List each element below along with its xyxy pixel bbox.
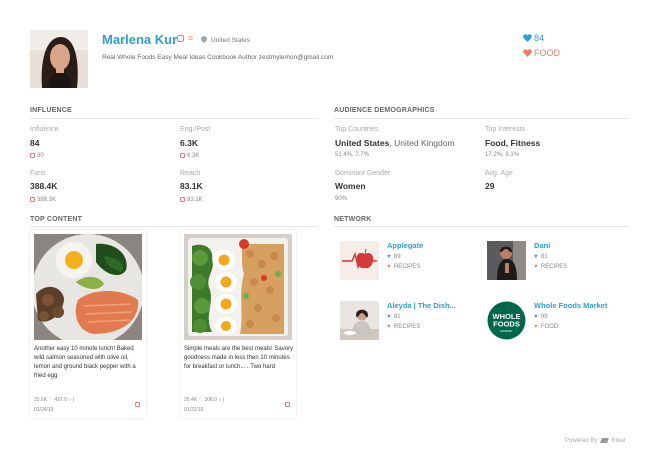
fans-value: 388.4K	[30, 181, 58, 191]
profile-bio: Real Whole Foods Easy Meal Ideas Cookboo…	[102, 54, 334, 61]
content-card[interactable]: Simple meals are the best meals! Savory …	[180, 230, 296, 418]
heart-icon: ♥	[534, 264, 538, 270]
network-score: ♥ 81	[387, 314, 401, 320]
top-interests-value: Food, Fitness	[485, 138, 541, 148]
profile-score: 84	[534, 33, 545, 43]
network-avatar-whole-foods[interactable]: WHOLE FOODS MARKET	[487, 301, 526, 340]
network-category: ♥ RECIPES	[387, 264, 421, 270]
top-interests-sub: 17.2%, 9.1%	[485, 152, 520, 158]
influence-value: 84	[30, 138, 40, 148]
content-card[interactable]: Another easy 10 minute lunch! Baked wild…	[30, 230, 146, 418]
dominant-gender-label: Dominant Gender	[335, 170, 391, 177]
eng-post-value: 6.3K	[180, 138, 198, 148]
eng-post-label: Eng./Post	[180, 126, 211, 133]
post-caption: Simple meals are the best meals! Savory …	[184, 346, 294, 370]
fans-label: Fans	[30, 170, 46, 177]
comment-icon: ○	[68, 397, 72, 403]
heart-icon: ♥	[534, 314, 538, 320]
top-content-section-title: TOP CONTENT	[30, 216, 83, 223]
instagram-icon	[180, 197, 185, 202]
divider	[334, 226, 628, 227]
network-name-applegate[interactable]: Applegate	[387, 241, 423, 250]
dominant-gender-sub: 90%	[335, 196, 348, 202]
network-category: ♥ FOOD	[534, 324, 559, 330]
avg-age-label: Avg. Age	[485, 170, 513, 177]
reach-sub: 83.1K	[180, 197, 203, 203]
instagram-icon[interactable]	[135, 402, 140, 407]
divider	[30, 118, 318, 119]
network-score: ♥ 89	[387, 254, 401, 260]
heart-icon: ♥	[534, 254, 538, 260]
network-avatar-aleyda[interactable]	[340, 301, 379, 340]
network-section-title: NETWORK	[334, 216, 372, 223]
wfm-logo-text: FOODS	[493, 320, 520, 329]
heart-icon: ♥	[387, 314, 391, 320]
network-score: ♥ 99	[534, 314, 548, 320]
divider	[30, 226, 318, 227]
instagram-icon[interactable]	[177, 35, 184, 42]
avg-age-value: 29	[485, 181, 495, 191]
network-category: ♥ RECIPES	[534, 264, 568, 270]
top-interests-label: Top Interests	[485, 126, 526, 133]
influence-label: Influence	[30, 126, 59, 133]
post-stats: 25.6K ♡ 437.0 ○ |	[34, 397, 74, 403]
comment-icon: ○	[218, 397, 222, 403]
heart-icon: ♡	[48, 397, 53, 403]
profile-name[interactable]: Marlena Kur	[102, 32, 177, 47]
heart-icon	[523, 34, 532, 42]
dominant-gender-value: Women	[335, 181, 366, 191]
top-countries-label: Top Countries	[335, 126, 379, 133]
demographics-section-title: AUDIENCE DEMOGRAPHICS	[334, 107, 435, 114]
heart-icon: ♥	[387, 264, 391, 270]
network-score: ♥ 81	[534, 254, 548, 260]
post-image-salmon[interactable]	[34, 234, 142, 340]
network-avatar-applegate[interactable]	[340, 241, 379, 280]
location-pin-icon	[199, 34, 209, 44]
eng-post-sub: 6.3K	[180, 153, 199, 159]
heart-icon	[523, 49, 532, 57]
influence-sub: 90	[30, 153, 44, 159]
post-image-bowl[interactable]	[184, 234, 292, 340]
instagram-icon	[30, 197, 35, 202]
top-countries-value: United States, United Kingdom	[335, 138, 455, 148]
network-name-whole-foods[interactable]: Whole Foods Market	[534, 301, 607, 310]
network-name-aleyda[interactable]: Aleyda | The Dish...	[387, 301, 456, 310]
instagram-icon	[30, 153, 35, 158]
network-avatar-dani[interactable]	[487, 241, 526, 280]
post-date: 01/24/19	[34, 407, 54, 413]
network-category: ♥ RECIPES	[387, 324, 421, 330]
network-name-dani[interactable]: Dani	[534, 241, 550, 250]
wfm-logo-text: MARKET	[500, 329, 513, 333]
instagram-icon[interactable]	[285, 402, 290, 407]
reach-value: 83.1K	[180, 181, 203, 191]
reach-label: Reach	[180, 170, 201, 177]
heart-icon: ♥	[387, 324, 391, 330]
heart-icon: ♥	[534, 324, 538, 330]
instagram-icon	[180, 153, 185, 158]
post-caption: Another easy 10 minute lunch! Baked wild…	[34, 346, 136, 379]
rss-icon[interactable]: ≡	[188, 34, 193, 43]
powered-by: Powered By Klear	[565, 438, 626, 445]
klear-logo-icon	[600, 438, 609, 443]
influence-section-title: INFLUENCE	[30, 107, 72, 114]
divider	[334, 118, 628, 119]
heart-icon: ♥	[387, 254, 391, 260]
profile-category: FOOD	[534, 48, 560, 58]
post-stats: 20.4K ♡ 308.0 ○ |	[184, 397, 224, 403]
heart-icon: ♡	[198, 397, 203, 403]
profile-location: United States	[211, 37, 251, 44]
profile-avatar	[30, 30, 88, 88]
top-countries-sub: 51.4%, 7.7%	[335, 152, 370, 158]
fans-sub: 388.3K	[30, 197, 56, 203]
post-date: 01/22/19	[184, 407, 204, 413]
